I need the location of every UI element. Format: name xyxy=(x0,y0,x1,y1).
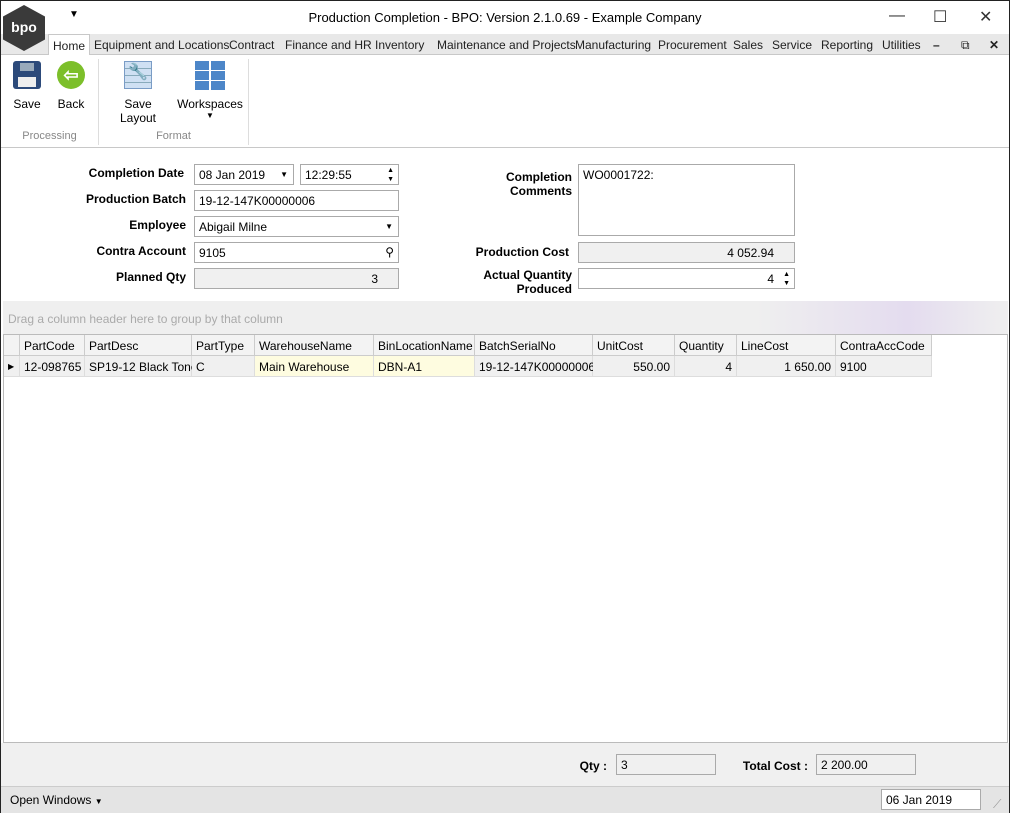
tab-contract[interactable]: Contract xyxy=(229,38,274,52)
totals-footer: Qty : 3 Total Cost : 2 200.00 xyxy=(1,743,1009,786)
total-cost-label: Total Cost : xyxy=(742,759,808,773)
qty-label: Qty : xyxy=(579,759,607,773)
grid-cell-binlocationname[interactable]: DBN-A1 xyxy=(374,356,475,377)
column-header-quantity[interactable]: Quantity xyxy=(675,335,737,356)
save-button[interactable]: Save xyxy=(9,61,45,111)
spin-icon[interactable]: ▲ ▼ xyxy=(387,166,394,184)
layout-wrench-icon: 🔧 xyxy=(124,61,152,89)
parts-grid: ▶ PartCode 12-098765 PartDesc SP19-12 Black… xyxy=(3,334,1008,743)
back-button[interactable]: ⇦ Back xyxy=(53,61,89,111)
ribbon-tabs: Home Equipment and Locations Contract Fi… xyxy=(1,34,1009,56)
maximize-button[interactable]: ☐ xyxy=(933,7,947,27)
group-label-processing: Processing xyxy=(22,130,77,142)
production-cost-input[interactable]: 4 052.94 xyxy=(578,242,795,263)
grid-cell-parttype[interactable]: C xyxy=(192,356,255,377)
contra-account-label: Contra Account xyxy=(96,244,186,258)
grid-cell-quantity[interactable]: 4 xyxy=(675,356,737,377)
window-title: Production Completion - BPO: Version 2.1… xyxy=(308,10,702,25)
save-layout-button[interactable]: 🔧 Save Layout xyxy=(105,61,171,125)
column-header-unitcost[interactable]: UnitCost xyxy=(593,335,675,356)
tab-reporting[interactable]: Reporting xyxy=(821,38,873,52)
column-header-warehousename[interactable]: WarehouseName xyxy=(255,335,374,356)
contra-account-input[interactable]: 9105 ⚲ xyxy=(194,242,399,263)
column-header-binlocationname[interactable]: BinLocationName xyxy=(374,335,475,356)
mdi-minimize-icon[interactable]: – xyxy=(933,38,940,52)
completion-comments-label: Completion Comments xyxy=(506,170,572,198)
mdi-close-icon[interactable]: ✕ xyxy=(989,38,999,52)
column-header-batchserialno[interactable]: BatchSerialNo xyxy=(475,335,593,356)
ribbon: Save ⇦ Back 🔧 Save Layout Workspaces ▼ P… xyxy=(1,55,1009,148)
grid-cell-batchserialno[interactable]: 19-12-147K00000006 xyxy=(475,356,595,377)
completion-date-input[interactable]: 08 Jan 2019 ▼ xyxy=(194,164,294,185)
total-cost-field: 2 200.00 xyxy=(816,754,916,775)
completion-date-label: Completion Date xyxy=(88,166,184,180)
tab-inventory[interactable]: Inventory xyxy=(375,38,424,52)
chevron-down-icon[interactable]: ▼ xyxy=(385,222,393,231)
employee-label: Employee xyxy=(129,218,186,232)
group-label-format: Format xyxy=(156,130,191,142)
chevron-down-icon[interactable]: ▼ xyxy=(280,170,288,179)
row-indicator-header xyxy=(4,335,20,356)
grid-cell-partcode[interactable]: 12-098765 xyxy=(20,356,85,377)
workspaces-button[interactable]: Workspaces ▼ xyxy=(177,61,243,120)
actual-qty-input[interactable]: 4 ▲ ▼ xyxy=(578,268,795,289)
tab-manufacturing[interactable]: Manufacturing xyxy=(575,38,651,52)
row-indicator-icon: ▶ xyxy=(4,356,20,377)
column-header-partdesc[interactable]: PartDesc xyxy=(85,335,192,356)
minimize-button[interactable]: — xyxy=(889,7,905,25)
title-bar: bpo ▼ Production Completion - BPO: Versi… xyxy=(1,1,1009,51)
tab-finance[interactable]: Finance and HR xyxy=(285,38,372,52)
employee-select[interactable]: Abigail Milne ▼ xyxy=(194,216,399,237)
grid-cell-partdesc[interactable]: SP19-12 Black Toner xyxy=(85,356,202,377)
qty-total-field: 3 xyxy=(616,754,716,775)
tab-service[interactable]: Service xyxy=(772,38,812,52)
completion-comments-textarea[interactable]: WO0001722: xyxy=(578,164,795,236)
back-arrow-icon: ⇦ xyxy=(57,61,85,89)
resize-grip-icon[interactable]: ⟋ xyxy=(993,797,1001,812)
planned-qty-label: Planned Qty xyxy=(115,270,186,284)
production-batch-input[interactable]: 19-12-147K00000006 xyxy=(194,190,399,211)
production-batch-label: Production Batch xyxy=(85,192,186,206)
planned-qty-input[interactable]: 3 xyxy=(194,268,399,289)
status-bar: Open Windows ▼ 06 Jan 2019 ⟋ xyxy=(1,786,1009,813)
completion-form: Completion Date 08 Jan 2019 ▼ 12:29:55 ▲ ▼ … xyxy=(1,148,1009,301)
tab-sales[interactable]: Sales xyxy=(733,38,763,52)
column-header-contraacccode[interactable]: ContraAccCode xyxy=(836,335,932,356)
grid-cell-warehousename[interactable]: Main Warehouse xyxy=(255,356,374,377)
column-header-linecost[interactable]: LineCost xyxy=(737,335,836,356)
grid-cell-unitcost[interactable]: 550.00 xyxy=(593,356,675,377)
tab-maintenance[interactable]: Maintenance and Projects xyxy=(437,38,576,52)
open-windows-button[interactable]: Open Windows ▼ xyxy=(10,793,103,807)
actual-qty-label: Actual Quantity Produced xyxy=(483,268,572,296)
search-icon[interactable]: ⚲ xyxy=(385,245,394,259)
close-button[interactable]: ✕ xyxy=(979,7,992,27)
floppy-disk-icon xyxy=(13,61,41,89)
spin-icon[interactable]: ▲ ▼ xyxy=(783,270,790,288)
tab-utilities[interactable]: Utilities xyxy=(882,38,921,52)
chevron-down-icon: ▼ xyxy=(94,797,103,806)
completion-time-input[interactable]: 12:29:55 ▲ ▼ xyxy=(300,164,399,185)
status-date-input[interactable]: 06 Jan 2019 xyxy=(881,789,981,810)
tab-equipment[interactable]: Equipment and Locations xyxy=(94,38,229,52)
production-cost-label: Production Cost xyxy=(475,245,569,259)
dropdown-arrow-icon: ▼ xyxy=(206,111,214,120)
group-by-panel[interactable]: Drag a column header here to group by th… xyxy=(3,301,1008,334)
column-header-parttype[interactable]: PartType xyxy=(192,335,255,356)
tab-procurement[interactable]: Procurement xyxy=(658,38,727,52)
workspaces-grid-icon xyxy=(195,61,225,91)
grid-cell-linecost[interactable]: 1 650.00 xyxy=(737,356,836,377)
mdi-restore-icon[interactable]: ⧉ xyxy=(961,38,970,53)
tab-home[interactable]: Home xyxy=(48,34,91,56)
grid-cell-contraacccode[interactable]: 9100 xyxy=(836,356,932,377)
column-header-partcode[interactable]: PartCode xyxy=(20,335,85,356)
